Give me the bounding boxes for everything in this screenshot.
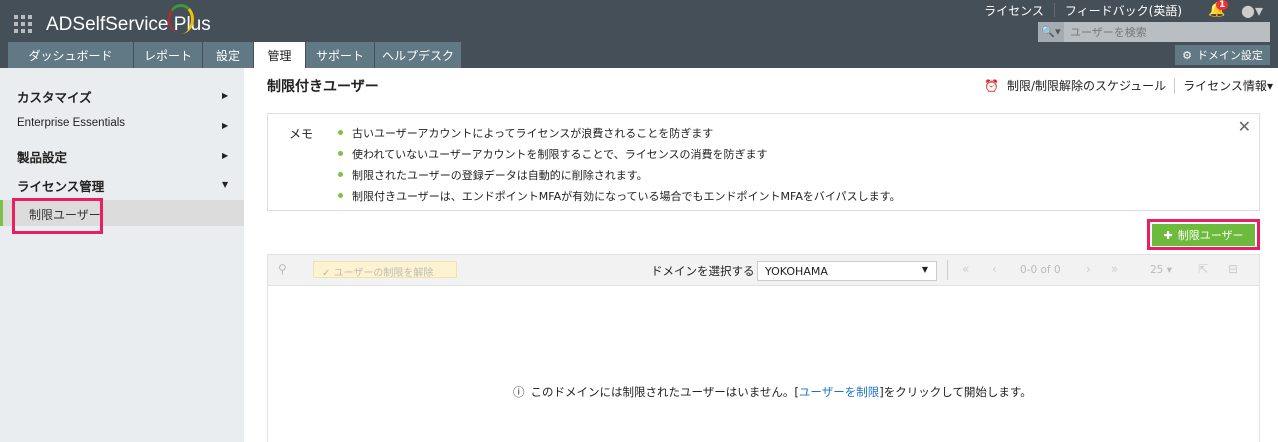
columns-icon[interactable]: ⊟ — [1228, 262, 1238, 276]
logo-arc-icon — [168, 4, 194, 34]
tab-helpdesk[interactable]: ヘルプデスク — [375, 42, 462, 68]
sidebar: カスタマイズ ▶ Enterprise Essentials ▶ 製品設定 ▶ ライセ… — [0, 68, 244, 442]
license-link[interactable]: ライセンス — [984, 2, 1044, 19]
page-info: 0-0 of 0 — [1020, 264, 1061, 276]
first-page-button[interactable]: « — [962, 262, 969, 276]
app-grid-icon[interactable] — [14, 15, 32, 33]
gear-icon: ⚙ — [1182, 48, 1192, 62]
tab-admin[interactable]: 管理 — [254, 42, 306, 68]
chevron-down-icon: ▼ — [921, 265, 928, 274]
domain-select[interactable]: YOKOHAMA ▼ — [757, 261, 937, 281]
notification-badge: 1 — [1216, 0, 1229, 10]
memo-label: メモ — [289, 127, 314, 141]
domain-label: ドメインを選択する — [651, 264, 755, 278]
search-input[interactable]: ユーザーを検索 — [1064, 24, 1147, 40]
memo-item: 制限されたユーザーの登録データは自動的に削除されます。 — [338, 167, 901, 188]
highlight-box — [1147, 219, 1260, 250]
domain-settings-label: ドメイン設定 — [1196, 49, 1263, 62]
top-bar: ADSelfService Plus ライセンス フィードバック(英語) 🔔 1… — [0, 0, 1278, 68]
tab-dashboard[interactable]: ダッシュボード — [8, 42, 134, 68]
chevron-right-icon: ▶ — [222, 121, 229, 130]
tab-settings[interactable]: 設定 — [203, 42, 254, 68]
memo-item: 使われていないユーザーアカウントを制限することで、ライセンスの消費を防ぎます — [338, 146, 901, 167]
sidebar-item-license[interactable]: ライセンス管理 — [17, 176, 104, 195]
table-body — [267, 286, 1260, 442]
export-icon[interactable]: ⇱ — [1198, 262, 1208, 276]
unrestrict-button[interactable]: ✓ ユーザーの制限を解除 — [313, 261, 457, 279]
schedule-link[interactable]: 制限/制限解除のスケジュール — [1007, 77, 1166, 94]
highlight-box — [12, 198, 103, 234]
tab-reports[interactable]: レポート — [134, 42, 203, 68]
tab-support[interactable]: サポート — [306, 42, 375, 68]
domain-settings-button[interactable]: ⚙ ドメイン設定 — [1175, 45, 1270, 65]
user-search[interactable]: 🔍▾ ユーザーを検索 — [1038, 22, 1270, 42]
license-info-dropdown[interactable]: ライセンス情報▾ — [1183, 77, 1273, 94]
table-toolbar: ⚲ ✓ ユーザーの制限を解除 ドメインを選択する YOKOHAMA ▼ « ‹ 0… — [267, 254, 1260, 286]
chevron-down-icon: ▼ — [222, 180, 229, 189]
user-avatar-icon[interactable]: ●▾ — [1241, 1, 1263, 20]
sidebar-item-customize[interactable]: カスタマイズ — [17, 87, 92, 106]
search-icon[interactable]: ⚲ — [278, 262, 287, 276]
chevron-right-icon: ▶ — [222, 91, 229, 100]
sidebar-item-product-settings[interactable]: 製品設定 — [17, 147, 67, 166]
search-icon[interactable]: 🔍▾ — [1038, 22, 1064, 42]
page-size-select[interactable]: 25 ▾ — [1150, 264, 1172, 276]
empty-message: ⓘ このドメインには制限されたユーザーはいません。[ユーザーを制限]をクリックし… — [513, 385, 1032, 399]
sidebar-item-enterprise[interactable]: Enterprise Essentials — [17, 117, 125, 129]
memo-item: 古いユーザーアカウントによってライセンスが浪費されることを防ぎます — [338, 125, 901, 146]
close-icon[interactable]: ✕ — [1238, 117, 1251, 136]
alarm-clock-icon: ⏰ — [984, 78, 999, 93]
chevron-right-icon: ▶ — [222, 151, 229, 160]
memo-item: 制限付きユーザーは、エンドポイントMFAが有効になっている場合でもエンドポイント… — [338, 188, 901, 209]
feedback-link[interactable]: フィードバック(英語) — [1065, 2, 1182, 19]
memo-box: メモ 古いユーザーアカウントによってライセンスが浪費されることを防ぎます 使われ… — [267, 113, 1260, 211]
next-page-button[interactable]: › — [1086, 262, 1091, 276]
info-icon: ⓘ — [513, 385, 525, 399]
page-title: 制限付きユーザー — [267, 79, 379, 95]
check-icon: ✓ — [322, 268, 331, 279]
last-page-button[interactable]: » — [1111, 262, 1118, 276]
restrict-user-link[interactable]: ユーザーを制限 — [799, 385, 879, 399]
prev-page-button[interactable]: ‹ — [992, 262, 997, 276]
